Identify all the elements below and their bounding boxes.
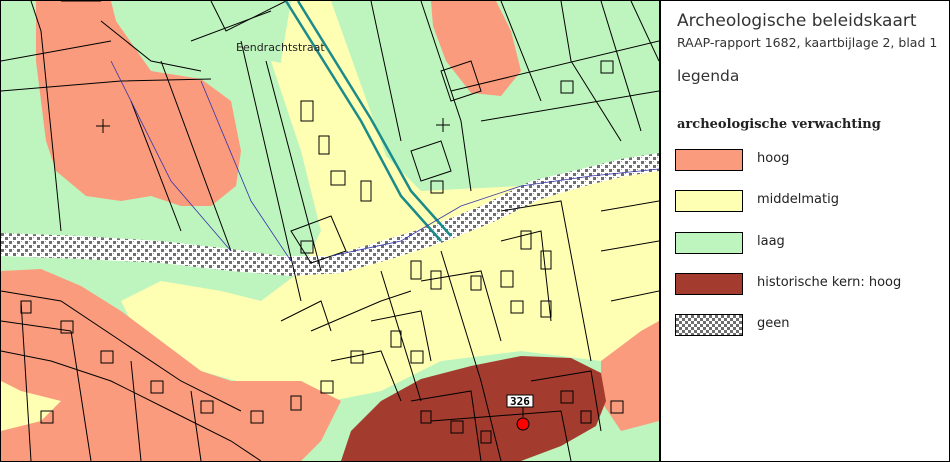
map-canvas[interactable]: Eendrachtstraat 326 [1,1,659,461]
legend-item-geen: geen [675,314,945,336]
legend-label-geen: geen [757,316,790,331]
map-panel[interactable]: Eendrachtstraat 326 [1,1,659,461]
legend-item-hoog: hoog [675,149,945,171]
legend-label-middelmatig: middelmatig [757,192,839,207]
legend-item-middelmatig: middelmatig [675,190,945,212]
legend-title: Archeologische beleidskaart [677,11,917,31]
legend-swatch-laag [675,232,743,254]
legend-label-laag: laag [757,234,785,249]
legend-heading: legenda [677,67,740,85]
legend-swatch-geen [675,314,743,336]
site-marker-label: 326 [510,395,530,408]
legend-label-historische-kern: historische kern: hoog [757,275,902,290]
legend-item-laag: laag [675,232,945,254]
legend-panel: Archeologische beleidskaart RAAP-rapport… [661,1,949,461]
site-marker-icon[interactable] [516,417,530,431]
legend-item-historische-kern: historische kern: hoog [675,273,945,295]
legend-swatch-hoog [675,149,743,171]
legend-label-hoog: hoog [757,151,790,166]
legend-swatch-middelmatig [675,190,743,212]
legend-swatch-historische-kern [675,273,743,295]
map-frame: Eendrachtstraat 326 Archeologische belei… [0,0,950,462]
street-label: Eendrachtstraat [236,41,325,54]
legend-section-title: archeologische verwachting [677,117,881,132]
legend-subtitle: RAAP-rapport 1682, kaartbijlage 2, blad … [677,35,938,50]
